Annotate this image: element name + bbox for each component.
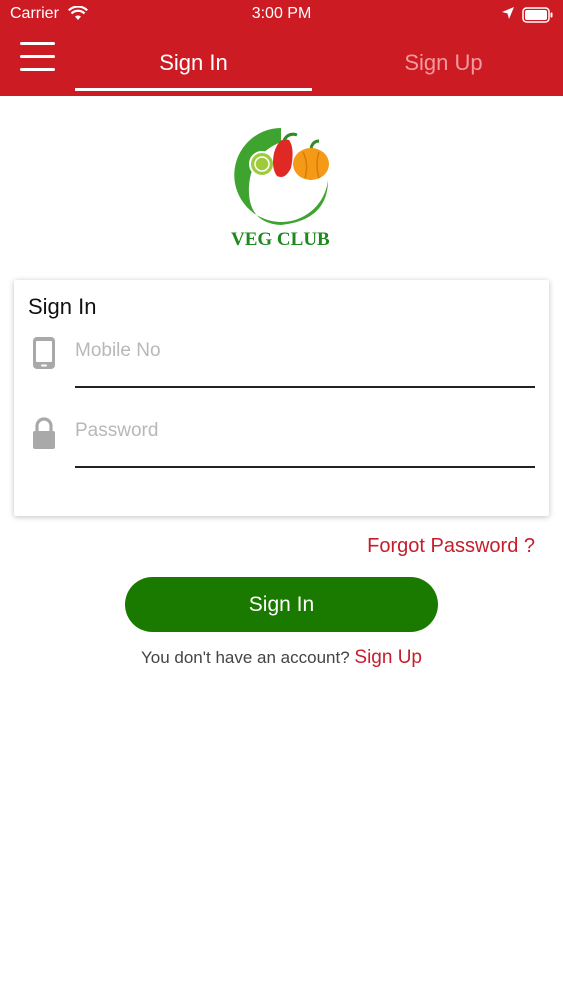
active-tab-indicator xyxy=(75,88,312,91)
tab-sign-up[interactable]: Sign Up xyxy=(324,50,563,76)
battery-icon xyxy=(522,7,554,28)
logo-text: VEG CLUB xyxy=(231,229,330,250)
password-underline xyxy=(75,466,535,468)
app-header: Carrier 3:00 PM Sign In Sign Up xyxy=(0,0,563,96)
forgot-password-link[interactable]: Forgot Password ? xyxy=(367,535,535,558)
mobile-number-input[interactable] xyxy=(75,330,535,372)
sign-in-card: Sign In xyxy=(14,280,549,516)
location-arrow-icon xyxy=(501,6,515,25)
hamburger-menu-icon[interactable] xyxy=(20,42,56,74)
mobile-underline xyxy=(75,386,535,388)
clock: 3:00 PM xyxy=(251,5,312,22)
sign-up-link[interactable]: Sign Up xyxy=(354,647,422,668)
mobile-phone-icon xyxy=(32,336,56,375)
card-title: Sign In xyxy=(28,294,97,319)
tab-sign-in[interactable]: Sign In xyxy=(75,50,312,76)
app-logo: VEG CLUB xyxy=(225,124,337,252)
lock-icon xyxy=(32,416,56,455)
sign-in-button[interactable]: Sign In xyxy=(125,577,438,632)
account-prompt-text: You don't have an account? xyxy=(140,648,350,667)
account-prompt: You don't have an account? Sign Up xyxy=(0,647,563,669)
status-bar: Carrier 3:00 PM xyxy=(0,0,563,30)
password-input[interactable] xyxy=(75,410,535,452)
